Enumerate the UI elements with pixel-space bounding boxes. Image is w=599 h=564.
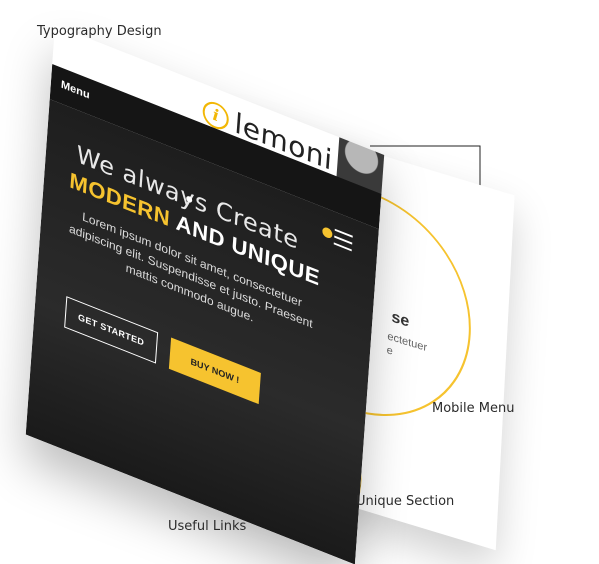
menu-label[interactable]: Menu (61, 79, 91, 102)
unique-section-callout: Unique Section (356, 494, 455, 509)
get-started-button[interactable]: GET STARTED (64, 296, 159, 364)
hamburger-dot (322, 225, 333, 240)
buy-now-button[interactable]: BUY NOW ! (168, 337, 261, 405)
hamburger-menu-icon[interactable] (322, 221, 353, 254)
typography-callout: Typography Design (37, 24, 162, 39)
mobile-menu-callout: Mobile Menu (432, 401, 515, 416)
useful-links-callout: Useful Links (168, 519, 247, 534)
